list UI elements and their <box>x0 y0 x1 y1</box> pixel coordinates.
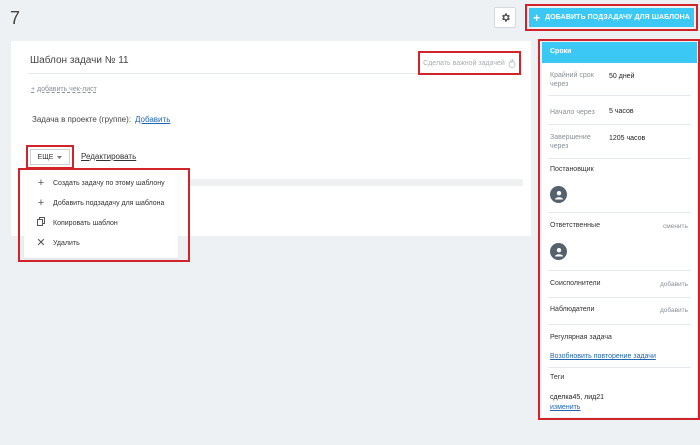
observers-label: Наблюдатели <box>550 306 595 313</box>
page-number: 7 <box>10 8 21 28</box>
flame-icon <box>508 58 516 68</box>
menu-item-copy[interactable]: Копировать шаблон <box>24 213 178 233</box>
deadline-value[interactable]: 50 дней <box>609 73 634 80</box>
close-icon: ✕ <box>36 236 46 249</box>
menu-item-label: Копировать шаблон <box>53 219 118 227</box>
end-label: Завершение через <box>550 134 591 150</box>
sidebar-divider <box>548 158 691 159</box>
sidebar-divider <box>548 212 691 213</box>
menu-item-add-subtask[interactable]: + Добавить подзадачу для шаблона <box>24 193 178 213</box>
coexecutors-label: Соисполнители <box>550 280 601 287</box>
add-subtask-button[interactable]: + ДОБАВИТЬ ПОДЗАДАЧУ ДЛЯ ШАБЛОНА <box>529 8 694 27</box>
menu-item-label: Создать задачу по этому шаблону <box>53 179 165 187</box>
start-value[interactable]: 5 часов <box>609 108 634 115</box>
start-label: Начало через <box>550 109 595 116</box>
plus-icon: + <box>533 10 541 25</box>
coexecutors-add-link[interactable]: добавить <box>660 281 688 288</box>
sidebar-divider <box>548 95 691 96</box>
menu-item-label: Удалить <box>53 239 80 247</box>
responsible-label: Ответственные <box>550 222 600 229</box>
add-subtask-button-highlight[interactable]: + ДОБАВИТЬ ПОДЗАДАЧУ ДЛЯ ШАБЛОНА <box>525 4 698 31</box>
observers-add-link[interactable]: добавить <box>660 307 688 314</box>
more-menu-highlight: + Создать задачу по этому шаблону + Доба… <box>18 168 190 262</box>
end-value[interactable]: 1205 часов <box>609 135 645 142</box>
add-subtask-label: ДОБАВИТЬ ПОДЗАДАЧУ ДЛЯ ШАБЛОНА <box>545 14 690 21</box>
user-icon <box>554 190 563 199</box>
page-title: Шаблон задачи № 11 <box>30 55 129 66</box>
menu-item-label: Добавить подзадачу для шаблона <box>53 199 165 207</box>
add-checklist-link[interactable]: + добавить чек-лист <box>31 86 97 93</box>
project-row: Задача в проекте (группе): Добавить <box>32 115 170 124</box>
sidebar-divider <box>548 367 691 368</box>
sidebar-divider <box>548 324 691 325</box>
plus-icon: + <box>37 176 45 189</box>
edit-link[interactable]: Редактировать <box>81 152 136 161</box>
creator-label: Постановщик <box>550 166 594 173</box>
recurring-resume-link[interactable]: Возобновить повторение задачи <box>550 353 656 360</box>
sidebar-header: Сроки <box>542 42 697 63</box>
chevron-down-icon <box>57 155 63 159</box>
plus-icon: + <box>37 196 45 209</box>
responsible-change-link[interactable]: сменить <box>663 223 688 230</box>
content-strip <box>190 179 523 186</box>
gear-icon <box>501 13 510 22</box>
tags-value: сделка45, лид21 <box>550 394 604 401</box>
menu-item-delete[interactable]: ✕ Удалить <box>24 233 178 253</box>
menu-item-create-task[interactable]: + Создать задачу по этому шаблону <box>24 173 178 193</box>
tags-label: Теги <box>550 374 565 381</box>
project-add-link[interactable]: Добавить <box>135 115 170 124</box>
copy-icon <box>36 217 46 229</box>
sidebar-divider <box>548 270 691 271</box>
deadline-label: Крайний срок через <box>550 72 594 88</box>
more-menu: + Создать задачу по этому шаблону + Доба… <box>24 173 178 258</box>
make-important-label: Сделать важной задачей <box>423 59 505 67</box>
user-icon <box>554 247 563 256</box>
responsible-avatar[interactable] <box>550 243 567 260</box>
creator-avatar[interactable] <box>550 186 567 203</box>
more-button[interactable]: ЕЩЕ <box>30 149 70 165</box>
more-button-highlight[interactable]: ЕЩЕ <box>26 145 74 169</box>
tags-change-link[interactable]: изменить <box>550 404 580 411</box>
project-label: Задача в проекте (группе): <box>32 115 131 124</box>
sidebar-divider <box>548 297 691 298</box>
settings-button[interactable] <box>494 7 516 28</box>
recurring-label: Регулярная задача <box>550 334 612 341</box>
more-button-label: ЕЩЕ <box>37 153 54 161</box>
sidebar-divider <box>548 124 691 125</box>
make-important-button[interactable]: Сделать важной задачей <box>418 51 521 75</box>
